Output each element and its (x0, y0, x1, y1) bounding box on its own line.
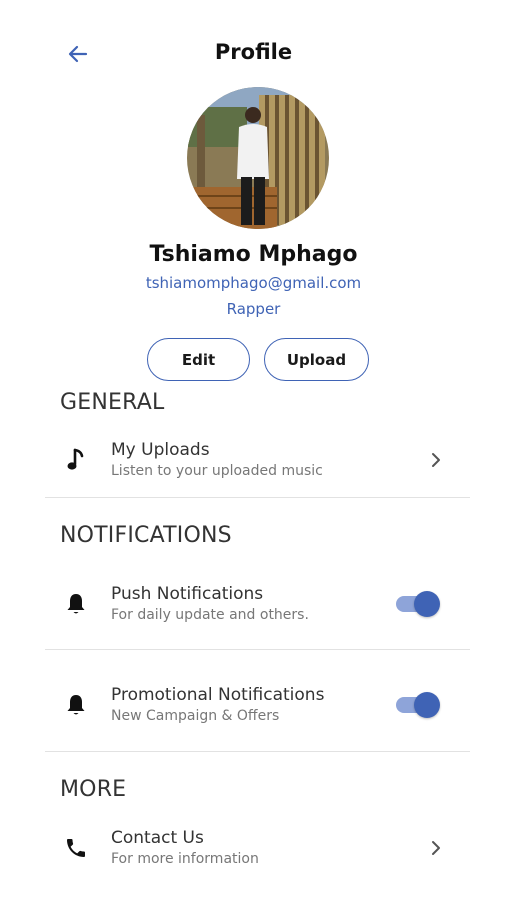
chevron-right-icon (428, 452, 444, 468)
list-item-my-uploads[interactable]: My Uploads Listen to your uploaded music (45, 417, 470, 503)
list-item-contact-us[interactable]: Contact Us For more information (45, 805, 470, 891)
divider (45, 497, 470, 498)
music-note-icon (63, 447, 89, 473)
chevron-right-icon (428, 840, 444, 856)
bell-icon (63, 591, 89, 617)
push-notifications-toggle[interactable] (396, 591, 440, 617)
list-item-subtitle: For daily update and others. (111, 607, 309, 623)
list-item-title: Promotional Notifications (111, 685, 325, 705)
list-item-subtitle: For more information (111, 851, 259, 867)
list-item-promotional-notifications: Promotional Notifications New Campaign &… (45, 662, 470, 748)
profile-name: Tshiamo Mphago (149, 242, 358, 267)
divider (45, 649, 470, 650)
phone-icon (63, 835, 89, 861)
list-item-push-notifications: Push Notifications For daily update and … (45, 561, 470, 647)
section-title-more: MORE (60, 777, 127, 802)
list-item-subtitle: Listen to your uploaded music (111, 463, 323, 479)
bell-icon (63, 692, 89, 718)
list-item-title: My Uploads (111, 440, 210, 460)
profile-email[interactable]: tshiamomphago@gmail.com (0, 274, 507, 292)
profile-role: Rapper (226, 300, 281, 318)
page-title: Profile (214, 40, 293, 64)
header: Profile (0, 0, 507, 100)
list-item-title: Push Notifications (111, 584, 264, 604)
section-title-notifications: NOTIFICATIONS (60, 523, 232, 548)
list-item-title: Contact Us (111, 828, 204, 848)
promotional-notifications-toggle[interactable] (396, 692, 440, 718)
divider (45, 751, 470, 752)
upload-button[interactable]: Upload (264, 338, 369, 381)
edit-button[interactable]: Edit (147, 338, 250, 381)
avatar (187, 87, 329, 229)
section-title-general: GENERAL (60, 390, 165, 415)
list-item-subtitle: New Campaign & Offers (111, 708, 280, 724)
